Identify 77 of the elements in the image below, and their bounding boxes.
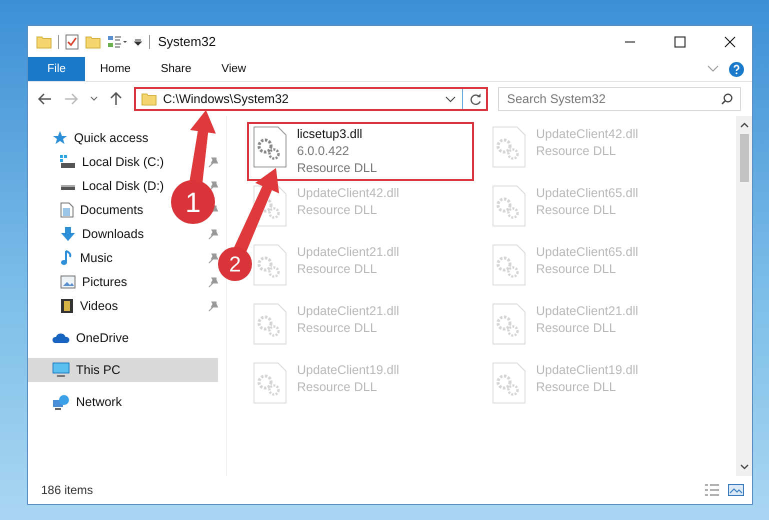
sidebar-label: Network xyxy=(76,395,122,409)
star-icon xyxy=(52,130,68,146)
callout-circle xyxy=(218,247,252,281)
item-count: 186 items xyxy=(41,483,94,497)
sidebar-label: Local Disk (D:) xyxy=(82,179,164,193)
details-view-icon[interactable] xyxy=(704,484,720,496)
address-path: C:\Windows\System32 xyxy=(163,92,290,106)
sidebar-item[interactable]: Videos xyxy=(28,294,122,318)
file-tab[interactable]: File xyxy=(28,57,85,81)
sidebar-label: Videos xyxy=(80,299,118,313)
sidebar-item[interactable]: Music xyxy=(28,246,117,270)
sidebar-label: This PC xyxy=(76,363,120,377)
file-type: Resource DLL xyxy=(297,379,378,396)
scrollbar[interactable] xyxy=(736,116,752,476)
sidebar-item[interactable]: Local Disk (D:) xyxy=(28,174,168,198)
file-type: Resource DLL xyxy=(297,320,378,337)
chevron-down-icon[interactable] xyxy=(445,96,456,102)
ribbon-tab[interactable]: View xyxy=(206,57,262,81)
folder-icon xyxy=(141,92,157,106)
network-icon xyxy=(52,394,70,410)
tiles-view-icon[interactable] xyxy=(728,484,744,496)
file-version: 6.0.0.422 xyxy=(297,143,350,160)
sidebar-item[interactable]: This PC xyxy=(28,358,218,382)
sidebar-item[interactable]: Downloads xyxy=(28,222,148,246)
scroll-down-icon[interactable] xyxy=(740,464,748,470)
sidebar-item[interactable]: OneDrive xyxy=(28,326,218,350)
scrollbar-thumb[interactable] xyxy=(740,134,748,182)
file-name[interactable]: licsetup3.dll xyxy=(297,126,377,143)
sidebar-item[interactable]: Local Disk (C:) xyxy=(28,150,168,174)
dropdown-icon[interactable] xyxy=(133,36,143,46)
back-arrow-icon[interactable] xyxy=(38,93,52,105)
refresh-icon[interactable] xyxy=(469,92,482,106)
file-type: Resource DLL xyxy=(536,379,617,396)
sidebar-item[interactable]: Quick access xyxy=(28,126,218,150)
file-type: Resource DLL xyxy=(536,143,617,160)
cloud-icon xyxy=(52,332,70,344)
sidebar-label: Music xyxy=(80,251,113,265)
sidebar-label: Pictures xyxy=(82,275,128,289)
checklist-icon[interactable] xyxy=(65,34,79,50)
file-type: Resource DLL xyxy=(536,202,617,219)
sidebar-item[interactable]: Pictures xyxy=(28,270,132,294)
file-type: Resource DLL xyxy=(536,261,617,278)
ribbon-tab[interactable]: Share xyxy=(146,57,206,81)
address-bar[interactable]: C:\Windows\System32 xyxy=(134,87,488,111)
sidebar-label: Documents xyxy=(80,203,144,217)
close-icon[interactable] xyxy=(724,36,736,48)
file-type: Resource DLL xyxy=(297,261,378,278)
window-title: System32 xyxy=(158,34,216,49)
file-type: Resource DLL xyxy=(536,320,617,337)
search-icon[interactable] xyxy=(721,93,733,105)
sidebar-label: Local Disk (C:) xyxy=(82,155,164,169)
up-arrow-icon[interactable] xyxy=(110,92,122,106)
film-icon xyxy=(60,298,74,314)
chevron-down-icon[interactable] xyxy=(90,96,98,102)
callout-circle xyxy=(171,180,215,224)
help-icon[interactable] xyxy=(729,62,744,76)
file-type: Resource DLL xyxy=(297,202,378,219)
scroll-up-icon[interactable] xyxy=(740,122,748,128)
gear-file-icon[interactable] xyxy=(253,126,287,168)
maximize-icon[interactable] xyxy=(674,36,686,48)
monitor-icon xyxy=(52,362,70,378)
callout-number: 1 xyxy=(185,186,201,218)
sidebar-item[interactable]: Network xyxy=(28,390,218,414)
properties-icon[interactable] xyxy=(107,34,127,48)
callout-number: 2 xyxy=(229,252,241,277)
music-note-icon xyxy=(60,250,74,266)
picture-icon xyxy=(60,275,76,289)
download-arrow-icon xyxy=(60,226,76,242)
sidebar-item[interactable]: Documents xyxy=(28,198,148,222)
document-icon xyxy=(60,202,74,218)
drive-icon xyxy=(60,155,76,169)
ribbon-tab[interactable]: Home xyxy=(85,57,146,81)
sidebar-label: Downloads xyxy=(82,227,144,241)
search-field[interactable]: Search System32 xyxy=(498,87,741,111)
file-type: Resource DLL xyxy=(297,160,377,177)
sidebar-label: Quick access xyxy=(74,131,148,145)
sidebar-label: OneDrive xyxy=(76,331,129,345)
